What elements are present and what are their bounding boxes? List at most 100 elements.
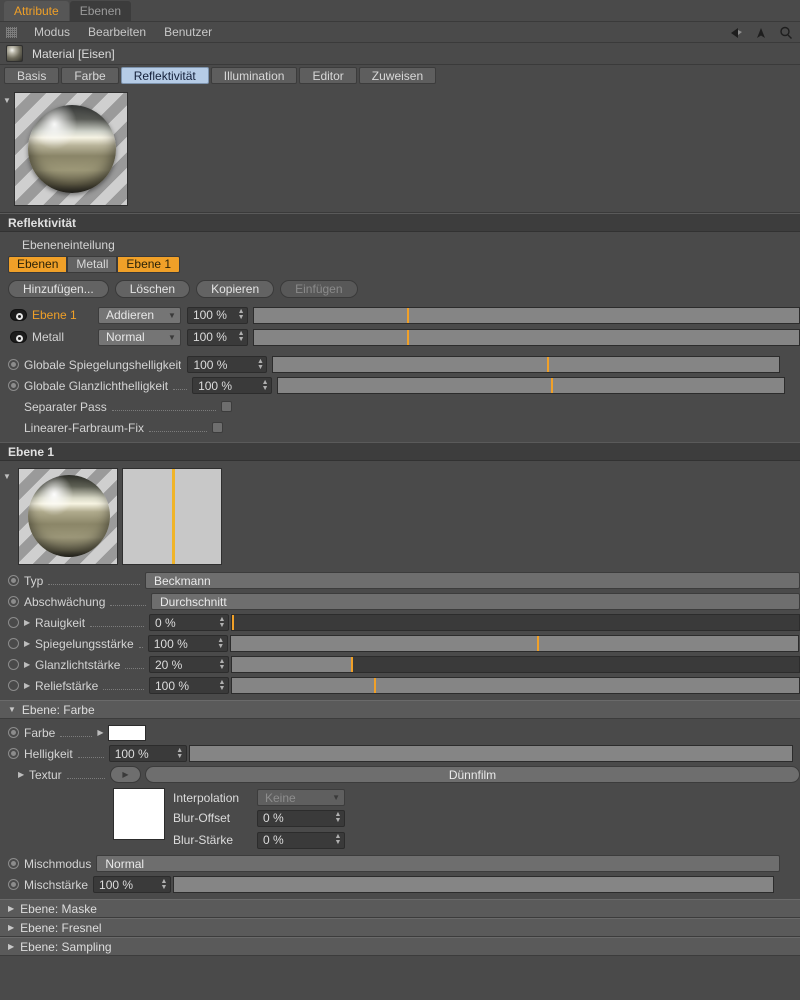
spiegelungsstaerke-field[interactable]: 100 % ▲ ▼ bbox=[147, 635, 228, 652]
linear-colorspace-fix-checkbox[interactable] bbox=[212, 422, 224, 433]
glanzlichtstaerke-field[interactable]: 20 % ▲ ▼ bbox=[149, 656, 229, 673]
radio-filled-icon[interactable] bbox=[8, 359, 19, 370]
back-arrow-icon[interactable] bbox=[728, 25, 744, 41]
radio-filled-icon[interactable] bbox=[8, 879, 19, 890]
group-header-reflektivitaet[interactable]: Reflektivität bbox=[0, 213, 800, 232]
blur-strength-field[interactable]: 0 % ▲ ▼ bbox=[257, 831, 345, 849]
blur-offset-field[interactable]: 0 % ▲ ▼ bbox=[257, 809, 345, 827]
global-reflection-brightness-slider[interactable] bbox=[272, 356, 781, 373]
triangle-right-icon[interactable]: ▶ bbox=[24, 660, 31, 669]
kopieren-button[interactable]: Kopieren bbox=[196, 280, 275, 298]
triangle-right-icon[interactable]: ▶ bbox=[24, 639, 31, 648]
tab-zuweisen[interactable]: Zuweisen bbox=[358, 67, 437, 84]
material-preview-thumbnail[interactable] bbox=[14, 92, 128, 206]
window-tab-attribute[interactable]: Attribute bbox=[4, 1, 69, 21]
radio-filled-icon[interactable] bbox=[8, 596, 19, 607]
stepper-icon[interactable]: ▲ ▼ bbox=[235, 308, 247, 323]
loeschen-button[interactable]: Löschen bbox=[114, 280, 191, 298]
layer-row-metall[interactable]: Metall Normal ▼ 100 % ▲ ▼ bbox=[0, 326, 800, 348]
layer1-collapse-triangle-down-icon[interactable]: ▼ bbox=[0, 468, 14, 481]
triangle-right-icon[interactable]: ▶ bbox=[24, 681, 31, 690]
rauigkeit-slider[interactable] bbox=[231, 614, 800, 631]
mischstaerke-slider[interactable] bbox=[173, 876, 775, 893]
group-header-ebene-sampling[interactable]: ▶ Ebene: Sampling bbox=[0, 937, 800, 956]
reliefstaerke-field[interactable]: 100 % ▲ ▼ bbox=[149, 677, 229, 694]
textur-browse-button[interactable]: ▶ bbox=[110, 766, 141, 783]
reliefstaerke-slider[interactable] bbox=[231, 677, 800, 694]
tab-illumination[interactable]: Illumination bbox=[210, 67, 298, 84]
stepper-icon[interactable]: ▲ ▼ bbox=[216, 615, 228, 630]
menu-item-modus[interactable]: Modus bbox=[25, 25, 79, 39]
typ-dropdown[interactable]: Beckmann bbox=[145, 572, 800, 589]
abschwaechung-dropdown[interactable]: Durchschnitt bbox=[151, 593, 800, 610]
layer1-preview-thumbnail[interactable] bbox=[18, 468, 118, 565]
layer-opacity-metall[interactable]: 100 % ▲ ▼ bbox=[186, 328, 249, 346]
tab-reflektivitaet[interactable]: Reflektivität bbox=[120, 67, 209, 84]
layer-row-ebene-1[interactable]: Ebene 1 Addieren ▼ 100 % ▲ ▼ bbox=[0, 304, 800, 326]
group-header-ebene-farbe[interactable]: ▼ Ebene: Farbe bbox=[0, 700, 800, 719]
radio-filled-icon[interactable] bbox=[8, 727, 19, 738]
glanzlichtstaerke-slider[interactable] bbox=[231, 656, 800, 673]
group-header-ebene-fresnel[interactable]: ▶ Ebene: Fresnel bbox=[0, 918, 800, 937]
radio-filled-icon[interactable] bbox=[8, 858, 19, 869]
radio-hollow-icon[interactable] bbox=[8, 617, 19, 628]
mischstaerke-field[interactable]: 100 % ▲ ▼ bbox=[93, 876, 172, 893]
tab-basis[interactable]: Basis bbox=[4, 67, 60, 84]
eye-icon[interactable] bbox=[10, 309, 27, 321]
triangle-right-icon[interactable]: ▶ bbox=[24, 618, 31, 627]
split-button-metall[interactable]: Metall bbox=[67, 255, 118, 273]
stepper-icon[interactable]: ▲ ▼ bbox=[254, 357, 266, 372]
radio-filled-icon[interactable] bbox=[8, 575, 19, 586]
window-tab-ebenen[interactable]: Ebenen bbox=[69, 1, 132, 21]
separate-pass-checkbox[interactable] bbox=[220, 401, 232, 412]
texture-thumbnail-swatch[interactable] bbox=[113, 788, 165, 840]
global-specular-brightness-field[interactable]: 100 % ▲ ▼ bbox=[192, 377, 273, 394]
group-header-ebene-maske[interactable]: ▶ Ebene: Maske bbox=[0, 899, 800, 918]
farbe-color-swatch[interactable] bbox=[108, 724, 147, 741]
textur-expand-triangle-right-icon[interactable]: ▶ bbox=[18, 770, 25, 779]
layer-blend-mode-ebene-1[interactable]: Addieren ▼ bbox=[98, 306, 181, 324]
stepper-icon[interactable]: ▲ ▼ bbox=[215, 636, 227, 651]
preview-collapse-triangle-down-icon[interactable]: ▼ bbox=[0, 92, 14, 105]
helligkeit-field[interactable]: 100 % ▲ ▼ bbox=[108, 745, 187, 762]
menu-item-bearbeiten[interactable]: Bearbeiten bbox=[79, 25, 155, 39]
mischmodus-dropdown[interactable]: Normal bbox=[96, 855, 781, 872]
menu-item-benutzer[interactable]: Benutzer bbox=[155, 25, 221, 39]
textur-shader-field[interactable]: Dünnfilm bbox=[145, 766, 800, 783]
tab-editor[interactable]: Editor bbox=[299, 67, 357, 84]
search-icon[interactable] bbox=[778, 25, 794, 41]
radio-hollow-icon[interactable] bbox=[8, 659, 19, 670]
layer-opacity-metall-slider[interactable] bbox=[253, 328, 800, 346]
stepper-icon[interactable]: ▲ ▼ bbox=[259, 378, 271, 393]
radio-filled-icon[interactable] bbox=[8, 380, 19, 391]
up-arrow-icon[interactable] bbox=[753, 25, 769, 41]
stepper-icon[interactable]: ▲ ▼ bbox=[158, 877, 170, 892]
global-reflection-brightness-field[interactable]: 100 % ▲ ▼ bbox=[187, 356, 268, 373]
split-button-ebenen[interactable]: Ebenen bbox=[8, 255, 68, 273]
hinzufuegen-button[interactable]: Hinzufügen... bbox=[8, 280, 109, 298]
layer-blend-mode-metall[interactable]: Normal ▼ bbox=[98, 328, 181, 346]
triangle-right-icon[interactable]: ▶ bbox=[97, 728, 104, 737]
layer-opacity-ebene-1-slider[interactable] bbox=[253, 306, 800, 324]
eye-icon[interactable] bbox=[10, 331, 27, 343]
stepper-icon[interactable]: ▲ ▼ bbox=[174, 746, 186, 761]
grip-dots-icon[interactable] bbox=[6, 26, 17, 38]
split-button-ebene-1[interactable]: Ebene 1 bbox=[117, 255, 181, 273]
stepper-icon[interactable]: ▲ ▼ bbox=[216, 678, 228, 693]
group-header-ebene-1[interactable]: Ebene 1 bbox=[0, 442, 800, 461]
stepper-icon[interactable]: ▲ ▼ bbox=[235, 330, 247, 345]
falloff-curve-graph-icon[interactable] bbox=[122, 468, 222, 565]
radio-filled-icon[interactable] bbox=[8, 748, 19, 759]
global-specular-brightness-slider[interactable] bbox=[277, 377, 786, 394]
tab-farbe[interactable]: Farbe bbox=[61, 67, 119, 84]
mischmodus-row: Mischmodus Normal bbox=[0, 853, 800, 874]
radio-hollow-icon[interactable] bbox=[8, 680, 19, 691]
stepper-icon[interactable]: ▲ ▼ bbox=[332, 811, 344, 826]
spiegelungsstaerke-slider[interactable] bbox=[229, 635, 799, 652]
helligkeit-slider[interactable] bbox=[188, 745, 793, 762]
radio-hollow-icon[interactable] bbox=[8, 638, 19, 649]
layer-opacity-ebene-1[interactable]: 100 % ▲ ▼ bbox=[186, 306, 249, 324]
rauigkeit-field[interactable]: 0 % ▲ ▼ bbox=[149, 614, 229, 631]
stepper-icon[interactable]: ▲ ▼ bbox=[216, 657, 228, 672]
stepper-icon[interactable]: ▲ ▼ bbox=[332, 833, 344, 848]
